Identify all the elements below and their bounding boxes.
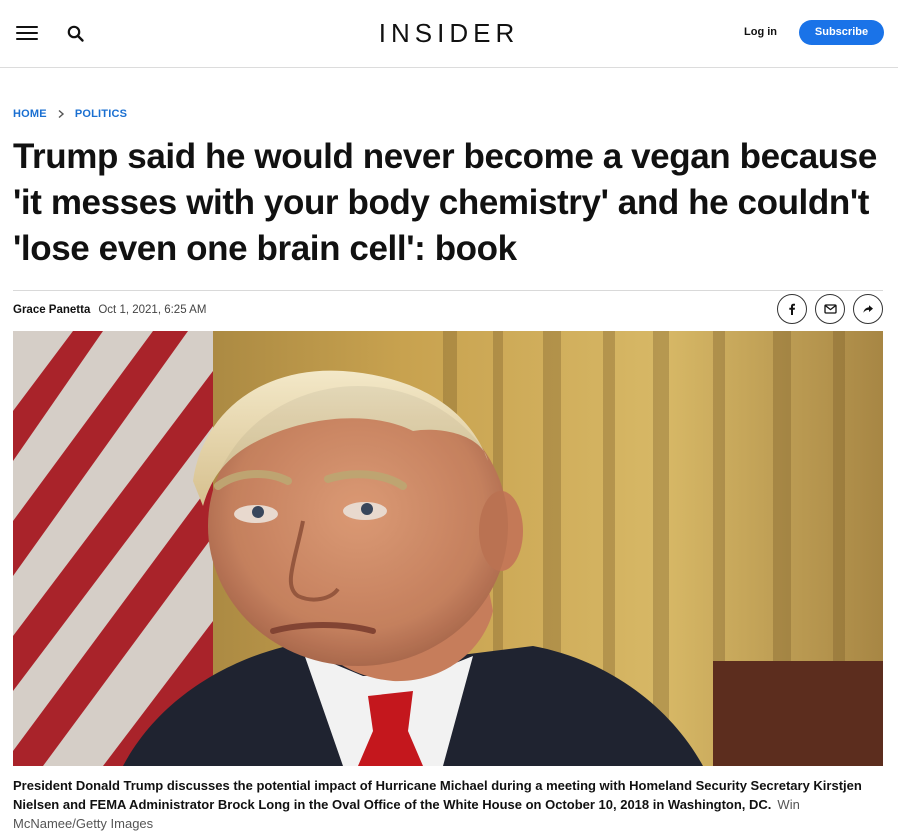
facebook-icon	[789, 303, 795, 315]
email-share-button[interactable]	[815, 294, 845, 324]
login-link[interactable]: Log in	[744, 24, 777, 40]
breadcrumb-home[interactable]: HOME	[13, 108, 47, 120]
caption-text: President Donald Trump discusses the pot…	[13, 778, 862, 812]
email-icon	[823, 304, 837, 314]
image-caption: President Donald Trump discusses the pot…	[13, 776, 888, 833]
divider	[13, 290, 883, 291]
publish-date: Oct 1, 2021, 6:25 AM	[98, 304, 207, 316]
page-title: Trump said he would never become a vegan…	[13, 137, 877, 268]
subscribe-button[interactable]: Subscribe	[799, 20, 884, 45]
byline: Grace Panetta Oct 1, 2021, 6:25 AM	[13, 302, 206, 318]
facebook-share-button[interactable]	[777, 294, 807, 324]
author-link[interactable]: Grace Panetta	[13, 304, 90, 316]
share-icon	[863, 305, 873, 313]
chevron-right-icon	[58, 109, 64, 119]
breadcrumb: HOME POLITICS	[13, 107, 127, 121]
site-header: INSIDER Log in Subscribe	[0, 0, 898, 68]
share-button[interactable]	[853, 294, 883, 324]
breadcrumb-politics[interactable]: POLITICS	[75, 108, 127, 120]
article-image	[13, 331, 883, 766]
